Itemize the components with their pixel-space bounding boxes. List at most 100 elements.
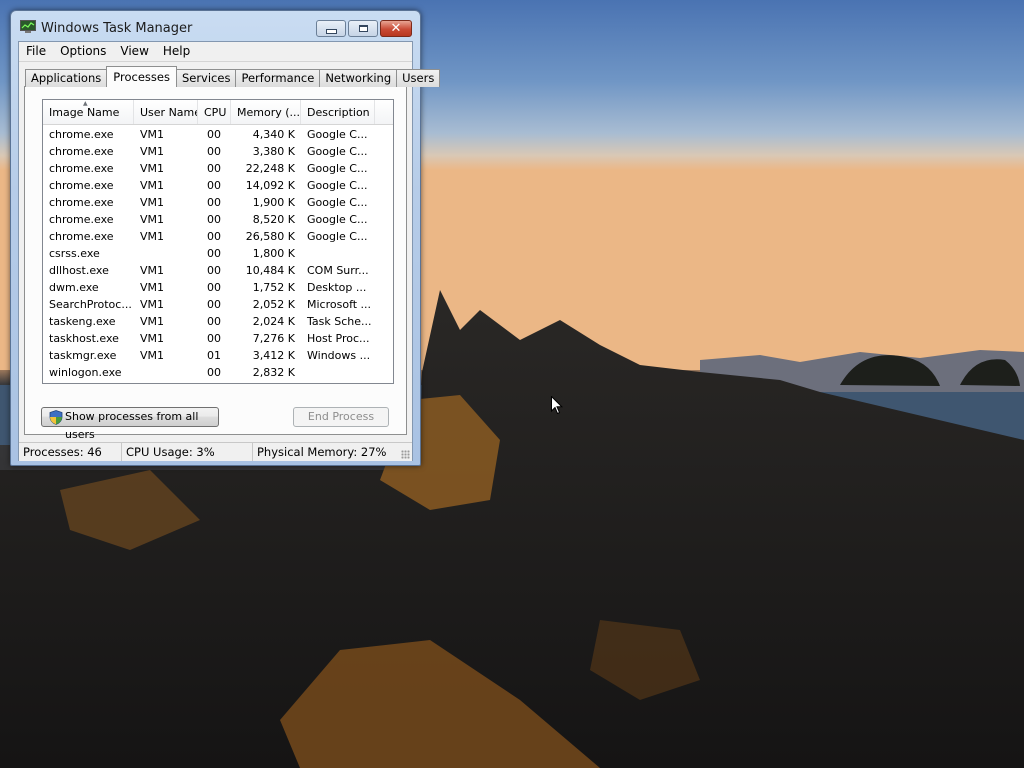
process-list[interactable]: ▲ Image Name User Name CPU Memory (... D… <box>42 99 394 384</box>
cell-memory: 2,024 K <box>252 315 295 328</box>
cell-image-name: chrome.exe <box>49 213 114 226</box>
tab-networking[interactable]: Networking <box>319 69 398 87</box>
cell-description: Google C... <box>307 213 368 226</box>
maximize-button[interactable] <box>348 20 378 37</box>
cell-user-name: VM1 <box>140 213 165 226</box>
tab-services[interactable]: Services <box>175 69 237 87</box>
menu-view[interactable]: View <box>113 42 155 61</box>
menu-help[interactable]: Help <box>156 42 197 61</box>
cell-user-name: VM1 <box>140 179 165 192</box>
table-row[interactable]: dllhost.exe VM1 00 10,484 K COM Surr... <box>43 262 393 279</box>
cell-image-name: taskhost.exe <box>49 332 119 345</box>
cell-user-name: VM1 <box>140 349 165 362</box>
cell-user-name: VM1 <box>140 196 165 209</box>
cell-description <box>301 364 375 381</box>
cell-image-name: chrome.exe <box>49 230 114 243</box>
cell-image-name: taskmgr.exe <box>49 349 117 362</box>
client-area: File Options View Help ▲ Image Name User… <box>18 41 441 461</box>
menu-file[interactable]: File <box>19 42 53 61</box>
cell-description: Google C... <box>307 145 368 158</box>
table-row[interactable]: dwm.exe VM1 00 1,752 K Desktop ... <box>43 279 393 296</box>
cell-user-name: VM1 <box>140 332 165 345</box>
task-manager-icon <box>20 20 36 33</box>
cell-user-name: VM1 <box>140 264 165 277</box>
column-label: Image Name <box>49 106 120 119</box>
column-user-name[interactable]: User Name <box>134 100 198 124</box>
close-icon: ✕ <box>390 21 402 36</box>
column-description[interactable]: Description <box>301 100 375 124</box>
menu-options[interactable]: Options <box>53 42 113 61</box>
cell-user-name: VM1 <box>140 128 165 141</box>
table-row[interactable]: csrss.exe 00 1,800 K <box>43 245 393 262</box>
column-memory[interactable]: Memory (... <box>231 100 301 124</box>
cell-memory: 1,800 K <box>252 247 295 260</box>
status-physical-memory: Physical Memory: 27% <box>257 445 387 459</box>
cell-cpu: 00 <box>207 366 221 379</box>
cell-user-name: VM1 <box>140 230 165 243</box>
table-row[interactable]: taskmgr.exe VM1 01 3,412 K Windows ... <box>43 347 393 364</box>
table-row[interactable]: chrome.exe VM1 00 3,380 K Google C... <box>43 143 393 160</box>
table-row[interactable]: chrome.exe VM1 00 4,340 K Google C... <box>43 126 393 143</box>
cell-description: Microsoft ... <box>307 298 372 311</box>
processes-tab-panel: ▲ Image Name User Name CPU Memory (... D… <box>24 86 407 441</box>
cell-image-name: chrome.exe <box>49 145 114 158</box>
cell-cpu: 00 <box>207 128 221 141</box>
resize-grip[interactable] <box>401 450 410 459</box>
cell-cpu: 00 <box>207 179 221 192</box>
cell-image-name: chrome.exe <box>49 128 114 141</box>
tab-processes[interactable]: Processes <box>106 66 177 87</box>
table-row[interactable]: taskeng.exe VM1 00 2,024 K Task Sche... <box>43 313 393 330</box>
tab-users[interactable]: Users <box>396 69 441 87</box>
cell-description: Windows ... <box>307 349 371 362</box>
cell-description: COM Surr... <box>307 264 369 277</box>
cell-user-name: VM1 <box>140 281 165 294</box>
close-button[interactable]: ✕ <box>380 20 412 37</box>
table-row[interactable]: SearchProtoc... VM1 00 2,052 K Microsoft ... <box>43 296 393 313</box>
cell-cpu: 00 <box>207 264 221 277</box>
cell-image-name: dllhost.exe <box>49 264 109 277</box>
tab-strip: Applications Processes Services Performa… <box>25 66 441 87</box>
cell-description: Task Sche... <box>307 315 372 328</box>
table-row[interactable]: chrome.exe VM1 00 8,520 K Google C... <box>43 211 393 228</box>
column-image-name[interactable]: ▲ Image Name <box>43 100 134 124</box>
status-process-count: Processes: 46 <box>19 443 122 461</box>
table-row[interactable]: winlogon.exe 00 2,832 K <box>43 364 393 381</box>
cell-description: Host Proc... <box>307 332 370 345</box>
cell-cpu: 00 <box>207 281 221 294</box>
cell-memory: 14,092 K <box>245 179 295 192</box>
cell-description: Desktop ... <box>307 281 367 294</box>
maximize-icon <box>358 25 368 32</box>
cell-image-name: csrss.exe <box>49 247 100 260</box>
cell-cpu: 01 <box>207 349 221 362</box>
cell-cpu: 00 <box>207 145 221 158</box>
table-row[interactable]: chrome.exe VM1 00 14,092 K Google C... <box>43 177 393 194</box>
cell-cpu: 00 <box>207 298 221 311</box>
menu-divider <box>19 61 412 62</box>
cell-image-name: chrome.exe <box>49 162 114 175</box>
cell-memory: 8,520 K <box>252 213 295 226</box>
cell-memory: 10,484 K <box>245 264 295 277</box>
cell-cpu: 00 <box>207 230 221 243</box>
end-process-button[interactable]: End Process <box>293 407 389 427</box>
task-manager-window: Windows Task Manager ✕ File Options View… <box>10 10 441 466</box>
title-bar[interactable]: Windows Task Manager ✕ <box>11 11 420 43</box>
cell-cpu: 00 <box>207 247 221 260</box>
tab-applications[interactable]: Applications <box>25 69 108 87</box>
cell-image-name: SearchProtoc... <box>49 298 132 311</box>
minimize-icon <box>325 29 337 34</box>
cell-user-name: VM1 <box>140 298 165 311</box>
show-all-users-button[interactable]: Show processes from all users <box>41 407 219 441</box>
table-row[interactable]: chrome.exe VM1 00 22,248 K Google C... <box>43 160 393 177</box>
column-cpu[interactable]: CPU <box>198 100 231 124</box>
cell-user-name: VM1 <box>140 145 165 158</box>
cell-user-name <box>134 245 198 262</box>
menu-bar: File Options View Help <box>19 42 412 61</box>
minimize-button[interactable] <box>316 20 346 37</box>
column-label: CPU <box>204 106 227 119</box>
table-row[interactable]: chrome.exe VM1 00 1,900 K Google C... <box>43 194 393 211</box>
table-row[interactable]: taskhost.exe VM1 00 7,276 K Host Proc... <box>43 330 393 347</box>
cell-description: Google C... <box>307 230 368 243</box>
table-row[interactable]: chrome.exe VM1 00 26,580 K Google C... <box>43 228 393 245</box>
tab-performance[interactable]: Performance <box>235 69 321 87</box>
process-list-header: ▲ Image Name User Name CPU Memory (... D… <box>43 100 393 125</box>
